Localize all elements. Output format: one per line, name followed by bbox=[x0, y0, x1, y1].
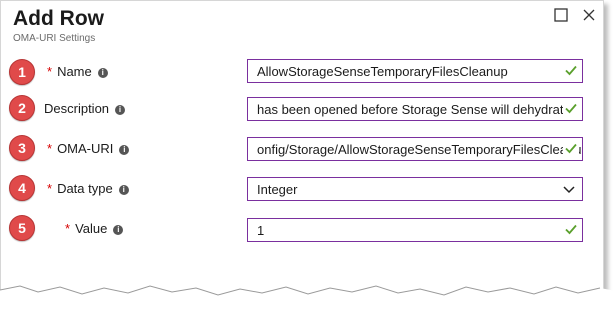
maximize-icon[interactable] bbox=[553, 7, 569, 23]
field-label-value: * Value i bbox=[65, 221, 124, 236]
oma-uri-value: onfig/Storage/AllowStorageSenseTemporary… bbox=[257, 142, 582, 157]
checkmark-icon bbox=[563, 62, 579, 78]
row-description: 2 Description i has been opened before St… bbox=[1, 95, 605, 125]
field-label-description: Description i bbox=[44, 101, 126, 116]
info-icon[interactable]: i bbox=[115, 104, 126, 115]
required-marker: * bbox=[65, 221, 71, 236]
chevron-down-icon[interactable] bbox=[562, 182, 576, 196]
dialog-title: Add Row bbox=[13, 7, 104, 30]
checkmark-icon bbox=[563, 140, 579, 156]
add-row-dialog: Add Row OMA-URI Settings 1 * Name i AllowS… bbox=[0, 0, 604, 306]
checkmark-icon bbox=[563, 221, 579, 237]
name-value: AllowStorageSenseTemporaryFilesCleanup bbox=[257, 64, 508, 79]
row-value: 5 * Value i 1 bbox=[1, 213, 605, 243]
info-icon[interactable]: i bbox=[97, 67, 108, 78]
info-icon[interactable]: i bbox=[113, 224, 124, 235]
value-input[interactable]: 1 bbox=[247, 218, 583, 242]
value-value: 1 bbox=[257, 223, 265, 238]
oma-uri-input[interactable]: onfig/Storage/AllowStorageSenseTemporary… bbox=[247, 137, 583, 161]
field-label-name: * Name i bbox=[47, 64, 108, 79]
row-name: 1 * Name i AllowStorageSenseTemporaryFiles… bbox=[1, 57, 605, 87]
description-value: has been opened before Storage Sense wil… bbox=[257, 102, 571, 117]
required-marker: * bbox=[47, 181, 53, 196]
row-data-type: 4 * Data type i Integer bbox=[1, 173, 605, 203]
info-icon[interactable]: i bbox=[119, 144, 130, 155]
info-icon[interactable]: i bbox=[118, 184, 129, 195]
required-marker: * bbox=[47, 141, 53, 156]
name-input[interactable]: AllowStorageSenseTemporaryFilesCleanup bbox=[247, 59, 583, 83]
data-type-value: Integer bbox=[257, 182, 298, 197]
torn-edge bbox=[0, 285, 616, 316]
description-input[interactable]: has been opened before Storage Sense wil… bbox=[247, 97, 583, 121]
close-icon[interactable] bbox=[581, 7, 597, 23]
data-type-select[interactable]: Integer bbox=[247, 177, 583, 201]
step-badge: 1 bbox=[9, 59, 35, 85]
step-badge: 5 bbox=[9, 215, 35, 241]
step-badge: 2 bbox=[9, 95, 35, 121]
dialog-subtitle: OMA-URI Settings bbox=[13, 33, 96, 44]
required-marker: * bbox=[47, 64, 53, 79]
step-badge: 4 bbox=[9, 175, 35, 201]
field-label-data-type: * Data type i bbox=[47, 181, 129, 196]
step-badge: 3 bbox=[9, 135, 35, 161]
row-oma-uri: 3 * OMA-URI i onfig/Storage/AllowStorageSe… bbox=[1, 135, 605, 165]
field-label-oma-uri: * OMA-URI i bbox=[47, 141, 130, 156]
checkmark-icon bbox=[563, 100, 579, 116]
